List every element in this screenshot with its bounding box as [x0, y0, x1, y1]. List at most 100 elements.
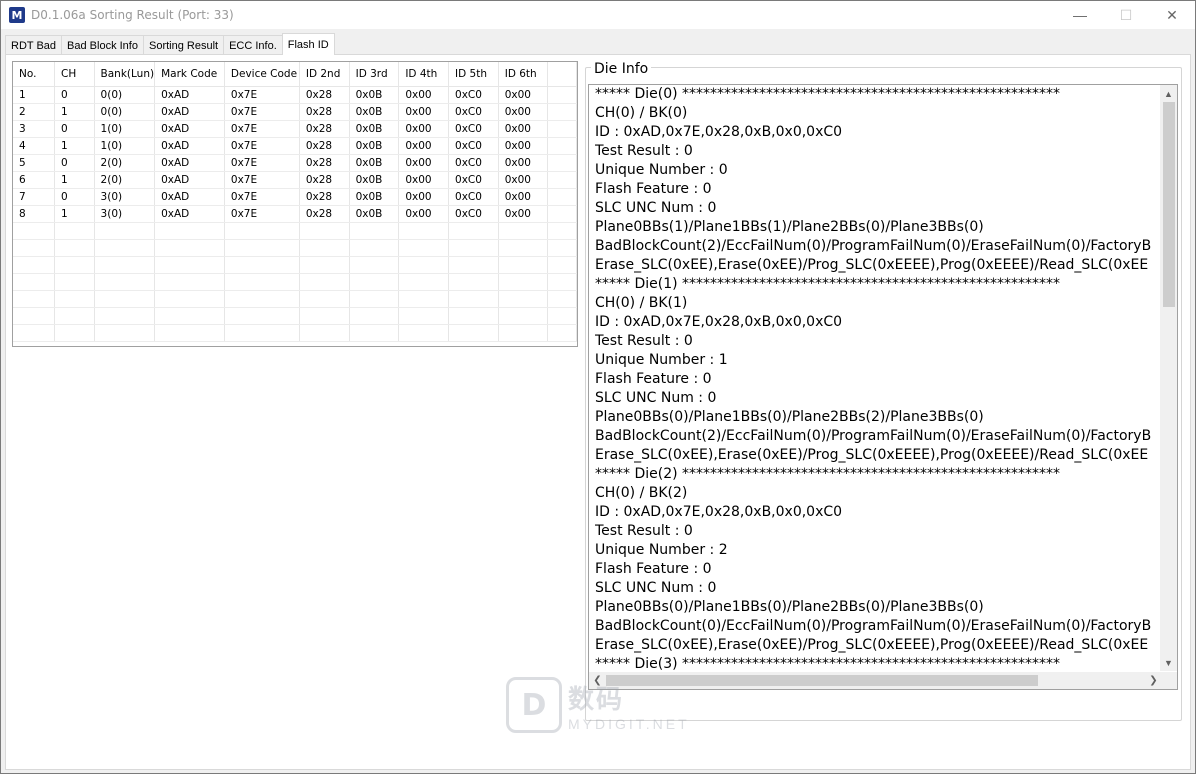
die-info-text[interactable]: ***** Die(0) ***************************…: [595, 85, 1159, 671]
vertical-scroll-thumb[interactable]: [1163, 102, 1175, 307]
die-info-line: Flash Feature : 0: [595, 371, 712, 387]
table-cell: 0x7E: [224, 86, 300, 104]
table-row[interactable]: 3 0 1(0) 0xAD 0x7E 0x28 0x0B 0x00 0xC0 0x00: [13, 120, 577, 138]
die-info-textbox[interactable]: ***** Die(0) ***************************…: [588, 84, 1178, 690]
table-cell: 0x28: [299, 86, 350, 104]
tab-bad-block-info[interactable]: Bad Block Info: [61, 35, 144, 55]
tab-flash-id[interactable]: Flash ID: [281, 33, 335, 55]
table-cell: [398, 239, 450, 257]
table-row[interactable]: 2 1 0(0) 0xAD 0x7E 0x28 0x0B 0x00 0xC0 0x00: [13, 103, 577, 121]
scroll-down-icon[interactable]: ▼: [1160, 654, 1177, 671]
tab-sorting-result[interactable]: Sorting Result: [142, 35, 225, 55]
column-header[interactable]: ID 5th: [448, 62, 499, 87]
scroll-up-icon[interactable]: ▲: [1160, 85, 1177, 102]
table-cell: 0x00: [498, 103, 549, 121]
maximize-icon[interactable]: ☐: [1103, 1, 1149, 29]
table-cell: [154, 307, 225, 325]
table-cell: [448, 222, 499, 240]
table-cell: 0x28: [299, 103, 350, 121]
table-cell: 0xC0: [448, 205, 499, 223]
column-header[interactable]: ID 3rd: [349, 62, 400, 87]
table-cell: 0x28: [299, 120, 350, 138]
close-icon[interactable]: ✕: [1149, 1, 1195, 29]
table-cell: 0xAD: [154, 171, 225, 189]
table-cell: 1(0): [94, 137, 156, 155]
table-cell: 0x00: [498, 86, 549, 104]
table-cell: 0: [54, 86, 95, 104]
table-cell: [13, 222, 56, 240]
table-cell: [224, 273, 300, 291]
table-cell: 0xC0: [448, 86, 499, 104]
table-cell: [154, 273, 225, 291]
table-cell: [349, 273, 400, 291]
table-cell: 8: [13, 205, 56, 223]
table-cell: 0x7E: [224, 103, 300, 121]
table-cell: [398, 222, 450, 240]
table-cell: 1: [54, 171, 95, 189]
table-cell: 4: [13, 137, 56, 155]
column-header[interactable]: Mark Code: [154, 62, 225, 87]
die-info-line: Plane0BBs(0)/Plane1BBs(0)/Plane2BBs(0)/P…: [595, 599, 984, 615]
die-info-line: CH(0) / BK(2): [595, 485, 688, 501]
table-cell: 6: [13, 171, 56, 189]
table-cell: 0xC0: [448, 137, 499, 155]
table-cell: 0xC0: [448, 171, 499, 189]
table-cell: [547, 239, 577, 257]
minimize-icon[interactable]: —: [1057, 1, 1103, 29]
tab-strip: RDT Bad Bad Block Info Sorting Result ECC I…: [5, 33, 335, 55]
table-cell: 0x00: [398, 188, 450, 206]
die-info-line: ***** Die(3) ***************************…: [595, 656, 1061, 671]
table-cell: 0x00: [398, 120, 450, 138]
title-bar[interactable]: M D0.1.06a Sorting Result (Port: 33) — ☐…: [1, 1, 1195, 29]
table-row[interactable]: 5 0 2(0) 0xAD 0x7E 0x28 0x0B 0x00 0xC0 0x00: [13, 154, 577, 172]
table-row[interactable]: 1 0 0(0) 0xAD 0x7E 0x28 0x0B 0x00 0xC0 0x00: [13, 86, 577, 104]
table-cell: [54, 324, 95, 342]
die-info-line: Plane0BBs(1)/Plane1BBs(1)/Plane2BBs(0)/P…: [595, 219, 984, 235]
column-header[interactable]: Device Code: [224, 62, 300, 87]
table-row[interactable]: 7 0 3(0) 0xAD 0x7E 0x28 0x0B 0x00 0xC0 0x00: [13, 188, 577, 206]
table-cell: 0xC0: [448, 154, 499, 172]
empty-table-row: [13, 222, 577, 240]
table-cell: 0xC0: [448, 188, 499, 206]
table-cell: [448, 290, 499, 308]
column-header[interactable]: [547, 62, 577, 87]
table-cell: 0x0B: [349, 171, 400, 189]
empty-table-row: [13, 307, 577, 325]
watermark-text-small: MYDIGIT.NET: [568, 715, 690, 732]
table-row[interactable]: 8 1 3(0) 0xAD 0x7E 0x28 0x0B 0x00 0xC0 0x00: [13, 205, 577, 223]
table-cell: [547, 290, 577, 308]
column-header[interactable]: Bank(Lun): [94, 62, 156, 87]
column-header[interactable]: ID 6th: [498, 62, 549, 87]
table-cell: [94, 256, 156, 274]
table-cell: [547, 154, 577, 172]
die-info-line: Test Result : 0: [595, 523, 693, 539]
watermark: D 数码 MYDIGIT.NET: [506, 677, 690, 733]
tab-ecc-info[interactable]: ECC Info.: [223, 35, 283, 55]
table-cell: [498, 290, 549, 308]
table-cell: 0x0B: [349, 188, 400, 206]
column-header[interactable]: ID 4th: [398, 62, 450, 87]
die-info-line: ID : 0xAD,0x7E,0x28,0xB,0x0,0xC0: [595, 124, 843, 140]
column-header[interactable]: ID 2nd: [299, 62, 350, 87]
table-cell: [448, 256, 499, 274]
table-cell: [13, 307, 56, 325]
table-cell: 0x0B: [349, 205, 400, 223]
table-row[interactable]: 6 1 2(0) 0xAD 0x7E 0x28 0x0B 0x00 0xC0 0x00: [13, 171, 577, 189]
table-cell: [498, 239, 549, 257]
table-cell: [299, 273, 350, 291]
flash-id-table: No. CH Bank(Lun) Mark Code Device Code ID 2nd…: [13, 62, 577, 342]
scrollbar-corner: [1160, 672, 1177, 689]
flash-id-grid[interactable]: No. CH Bank(Lun) Mark Code Device Code ID 2nd…: [12, 61, 578, 347]
table-cell: [349, 222, 400, 240]
table-cell: 0xAD: [154, 103, 225, 121]
table-cell: [224, 324, 300, 342]
table-cell: [398, 324, 450, 342]
table-cell: 0x0B: [349, 86, 400, 104]
vertical-scrollbar[interactable]: ▲ ▼: [1160, 85, 1177, 671]
column-header[interactable]: CH: [54, 62, 95, 87]
table-row[interactable]: 4 1 1(0) 0xAD 0x7E 0x28 0x0B 0x00 0xC0 0x00: [13, 137, 577, 155]
table-cell: 1: [54, 137, 95, 155]
tab-rdt-bad[interactable]: RDT Bad: [5, 35, 63, 55]
column-header[interactable]: No.: [13, 62, 56, 87]
die-info-line: ***** Die(1) ***************************…: [595, 276, 1061, 292]
